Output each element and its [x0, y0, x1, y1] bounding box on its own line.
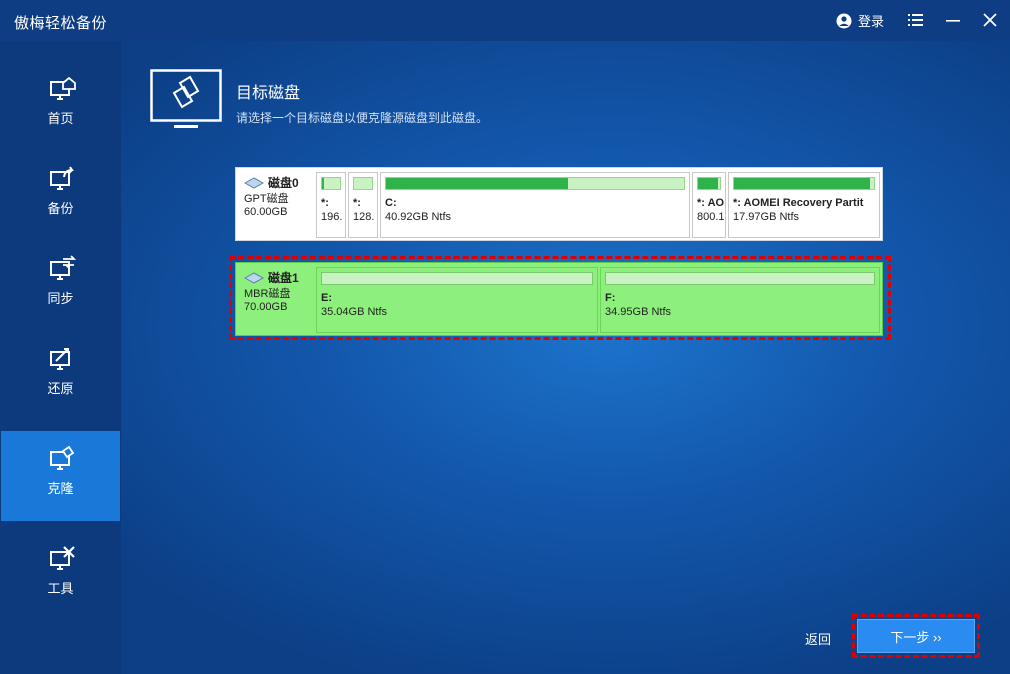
sync-icon: [50, 255, 76, 280]
disk-row-1[interactable]: 磁盘1 MBR磁盘 70.00GB E: 35.04GB Ntfs F: 34.…: [235, 262, 883, 336]
partition[interactable]: C: 40.92GB Ntfs: [380, 172, 690, 238]
page-title: 目标磁盘: [236, 85, 301, 102]
partition[interactable]: F: 34.95GB Ntfs: [600, 267, 880, 333]
sidebar-item-clone[interactable]: 克隆: [1, 431, 120, 521]
usage-bar: [385, 177, 685, 190]
usage-fill: [322, 178, 325, 189]
partition-size: 128.: [353, 211, 375, 223]
disk-type: MBR磁盘: [244, 288, 291, 300]
partition-label: *:: [321, 197, 329, 209]
partition-size: 35.04GB Ntfs: [321, 306, 388, 318]
sidebar-item-label: 克隆: [47, 481, 74, 496]
menu-icon[interactable]: [905, 10, 925, 30]
usage-bar: [697, 177, 721, 190]
backup-icon: [50, 166, 74, 190]
disk-name: 磁盘0: [268, 176, 299, 190]
disk-type: GPT磁盘: [244, 193, 289, 205]
sidebar-item-sync[interactable]: 同步: [1, 241, 120, 331]
restore-icon: [50, 348, 70, 370]
usage-fill: [386, 178, 568, 189]
login-button[interactable]: 登录: [836, 11, 884, 30]
usage-fill: [698, 178, 718, 189]
partition-size: 800.1: [697, 211, 725, 223]
usage-bar: [605, 272, 875, 285]
disk-icon: [244, 271, 264, 284]
partition[interactable]: *: 128.: [348, 172, 378, 238]
partition-label: *: AOMEI Recovery Partit: [733, 197, 864, 209]
sidebar-item-label: 首页: [47, 111, 74, 126]
sidebar-item-home[interactable]: 首页: [1, 61, 120, 151]
disk-icon: [244, 176, 264, 189]
usage-bar: [321, 177, 341, 190]
usage-bar: [321, 272, 593, 285]
clone-icon: [50, 445, 75, 470]
app-title: 傲梅轻松备份: [14, 15, 108, 32]
next-button[interactable]: 下一步 ››: [857, 619, 975, 653]
partition-size: 196.: [321, 211, 343, 223]
disk-size: 60.00GB: [244, 206, 288, 218]
partition[interactable]: *: AO 800.1: [692, 172, 726, 238]
sidebar-item-label: 同步: [47, 291, 74, 306]
sidebar-item-label: 工具: [47, 581, 74, 596]
partition-label: E:: [321, 292, 332, 304]
partition-label: F:: [605, 292, 616, 304]
back-button[interactable]: 返回: [805, 629, 831, 648]
sidebar: 首页 备份 同步 还原 克隆 工具: [0, 41, 121, 674]
minimize-icon[interactable]: [943, 10, 963, 30]
partition[interactable]: E: 35.04GB Ntfs: [316, 267, 598, 333]
page-subtitle: 请选择一个目标磁盘以便克隆源磁盘到此磁盘。: [236, 111, 489, 125]
disk-row-0[interactable]: 磁盘0 GPT磁盘 60.00GB *: 196. *: 128. C: 40.…: [235, 167, 883, 241]
disk-name: 磁盘1: [268, 271, 299, 285]
partition[interactable]: *: AOMEI Recovery Partit 17.97GB Ntfs: [728, 172, 880, 238]
partition-label: C:: [385, 197, 397, 209]
usage-fill: [734, 178, 870, 189]
sidebar-item-label: 还原: [47, 381, 74, 396]
tools-icon: [50, 546, 75, 570]
usage-bar: [353, 177, 373, 190]
usage-bar: [733, 177, 875, 190]
partition-size: 40.92GB Ntfs: [385, 211, 452, 223]
main-panel: 目标磁盘 请选择一个目标磁盘以便克隆源磁盘到此磁盘。 磁盘0 GPT磁盘 60.…: [121, 41, 1010, 674]
sidebar-item-tools[interactable]: 工具: [1, 531, 120, 621]
login-label: 登录: [858, 14, 885, 29]
sidebar-item-backup[interactable]: 备份: [1, 151, 120, 241]
title-bar: 傲梅轻松备份 登录: [0, 0, 1010, 41]
user-icon: [836, 13, 852, 28]
sidebar-item-label: 备份: [47, 201, 74, 216]
target-disk-icon: [150, 69, 222, 128]
partition-label: *: AO: [697, 197, 725, 209]
disk-info: 磁盘0 GPT磁盘 60.00GB: [236, 168, 316, 240]
close-icon[interactable]: [980, 10, 1000, 30]
disk-info: 磁盘1 MBR磁盘 70.00GB: [236, 263, 316, 335]
partition-size: 34.95GB Ntfs: [605, 306, 672, 318]
disk-size: 70.00GB: [244, 301, 288, 313]
partition-size: 17.97GB Ntfs: [733, 211, 800, 223]
partition-label: *:: [353, 197, 361, 209]
sidebar-item-restore[interactable]: 还原: [1, 331, 120, 421]
partition[interactable]: *: 196.: [316, 172, 346, 238]
home-icon: [50, 76, 76, 100]
